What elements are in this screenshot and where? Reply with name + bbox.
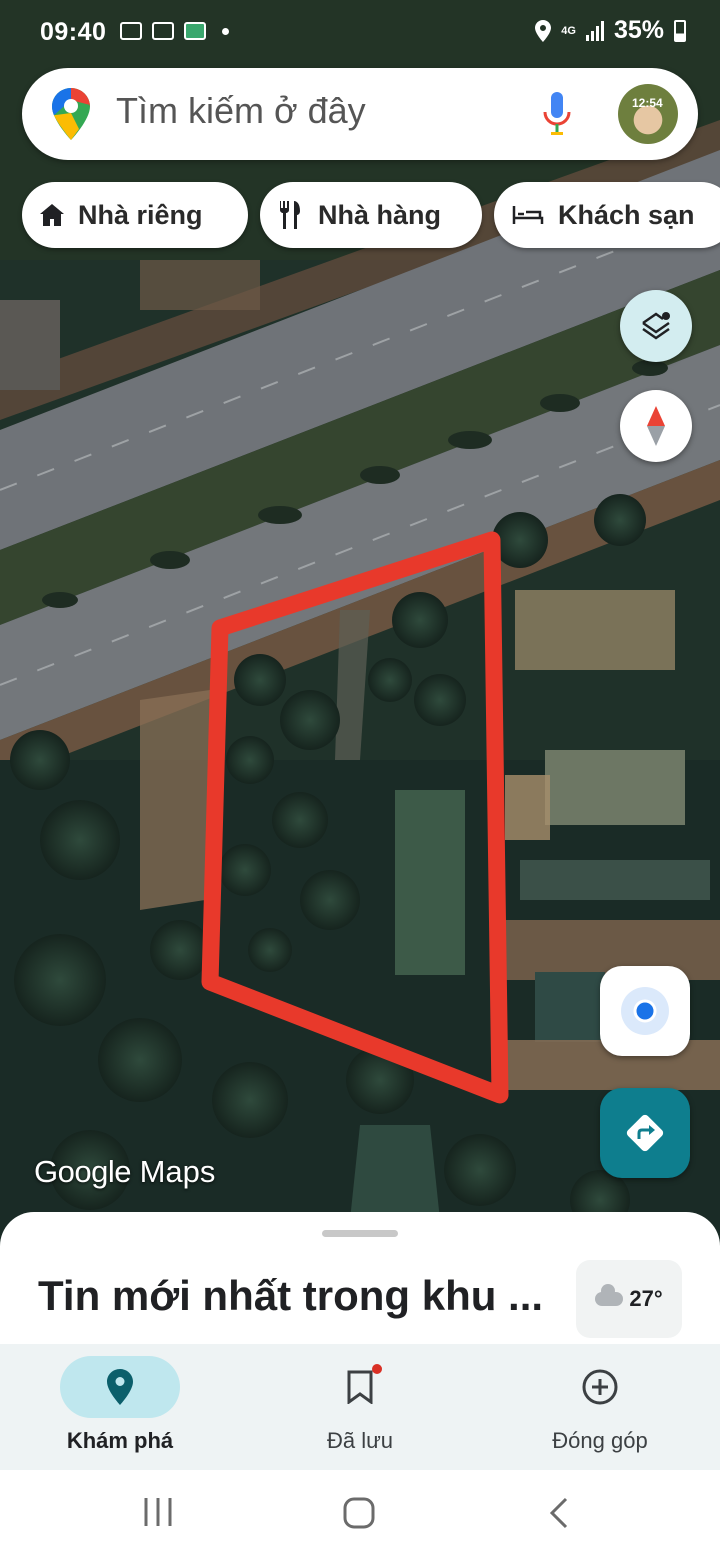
layers-icon bbox=[642, 312, 670, 340]
layers-button[interactable] bbox=[620, 290, 692, 362]
watermark-google: Google bbox=[34, 1154, 131, 1189]
chip-home[interactable]: Nhà riêng bbox=[22, 182, 248, 248]
sheet-drag-handle[interactable] bbox=[322, 1230, 398, 1237]
nav-label: Khám phá bbox=[66, 1428, 174, 1453]
explore-pin-icon bbox=[107, 1369, 133, 1405]
sheet-title: Tin mới nhất trong khu ... bbox=[38, 1272, 544, 1319]
check-icon bbox=[184, 22, 206, 40]
bottom-navigation: Khám phá Đã lưu Đóng góp bbox=[0, 1344, 720, 1470]
search-placeholder[interactable]: Tìm kiếm ở đây bbox=[116, 90, 366, 132]
status-bar: 09:40 4G 35% bbox=[0, 0, 720, 66]
watermark-maps: Maps bbox=[139, 1154, 216, 1189]
my-location-button[interactable] bbox=[600, 966, 690, 1056]
weather-temperature: 27° bbox=[629, 1286, 663, 1311]
bottom-sheet[interactable]: Tin mới nhất trong khu ... 27° bbox=[0, 1212, 720, 1352]
directions-icon bbox=[626, 1114, 664, 1152]
restaurant-icon bbox=[278, 201, 304, 229]
chip-restaurants[interactable]: Nhà hàng bbox=[260, 182, 482, 248]
chip-hotels[interactable]: Khách sạn bbox=[494, 182, 720, 248]
bookmark-icon bbox=[347, 1370, 373, 1404]
signal-icon bbox=[585, 20, 604, 41]
nav-label: Đóng góp bbox=[552, 1428, 648, 1453]
compass-button[interactable] bbox=[620, 390, 692, 462]
recent-apps-icon[interactable] bbox=[142, 1496, 174, 1528]
weather-chip[interactable]: 27° bbox=[576, 1260, 682, 1338]
mic-icon[interactable] bbox=[542, 92, 572, 136]
network-label: 4G bbox=[561, 24, 576, 37]
dot-icon bbox=[222, 27, 229, 35]
avatar-text: 12:54 bbox=[632, 96, 663, 110]
home-nav-icon[interactable] bbox=[342, 1496, 376, 1530]
nav-label: Đã lưu bbox=[326, 1428, 394, 1453]
status-time: 09:40 bbox=[40, 18, 107, 46]
chip-label: Nhà riêng bbox=[78, 199, 203, 230]
my-location-icon bbox=[621, 987, 669, 1035]
add-circle-icon bbox=[582, 1369, 618, 1405]
location-icon bbox=[535, 19, 552, 42]
nav-explore[interactable]: Khám phá bbox=[0, 1344, 240, 1470]
back-icon[interactable] bbox=[548, 1496, 570, 1530]
google-maps-pin-icon bbox=[52, 88, 90, 140]
compass-icon bbox=[647, 406, 665, 446]
home-icon bbox=[40, 204, 64, 226]
battery-percent: 35% bbox=[613, 16, 664, 44]
battery-icon bbox=[674, 19, 686, 42]
saved-notification-dot bbox=[372, 1364, 382, 1374]
nav-contribute[interactable]: Đóng góp bbox=[480, 1344, 720, 1470]
google-maps-watermark: Google Maps bbox=[34, 1154, 215, 1190]
chip-label: Khách sạn bbox=[558, 199, 695, 230]
system-navigation-bar bbox=[0, 1470, 720, 1561]
nav-saved[interactable]: Đã lưu bbox=[240, 1344, 480, 1470]
hotel-icon bbox=[512, 204, 544, 226]
search-bar[interactable]: Tìm kiếm ở đây 12:54 bbox=[22, 68, 698, 160]
video-icon bbox=[120, 22, 142, 40]
avatar[interactable]: 12:54 bbox=[618, 84, 678, 144]
cloud-icon bbox=[595, 1284, 624, 1306]
directions-button[interactable] bbox=[600, 1088, 690, 1178]
chip-label: Nhà hàng bbox=[318, 199, 442, 230]
image-icon bbox=[152, 22, 174, 40]
